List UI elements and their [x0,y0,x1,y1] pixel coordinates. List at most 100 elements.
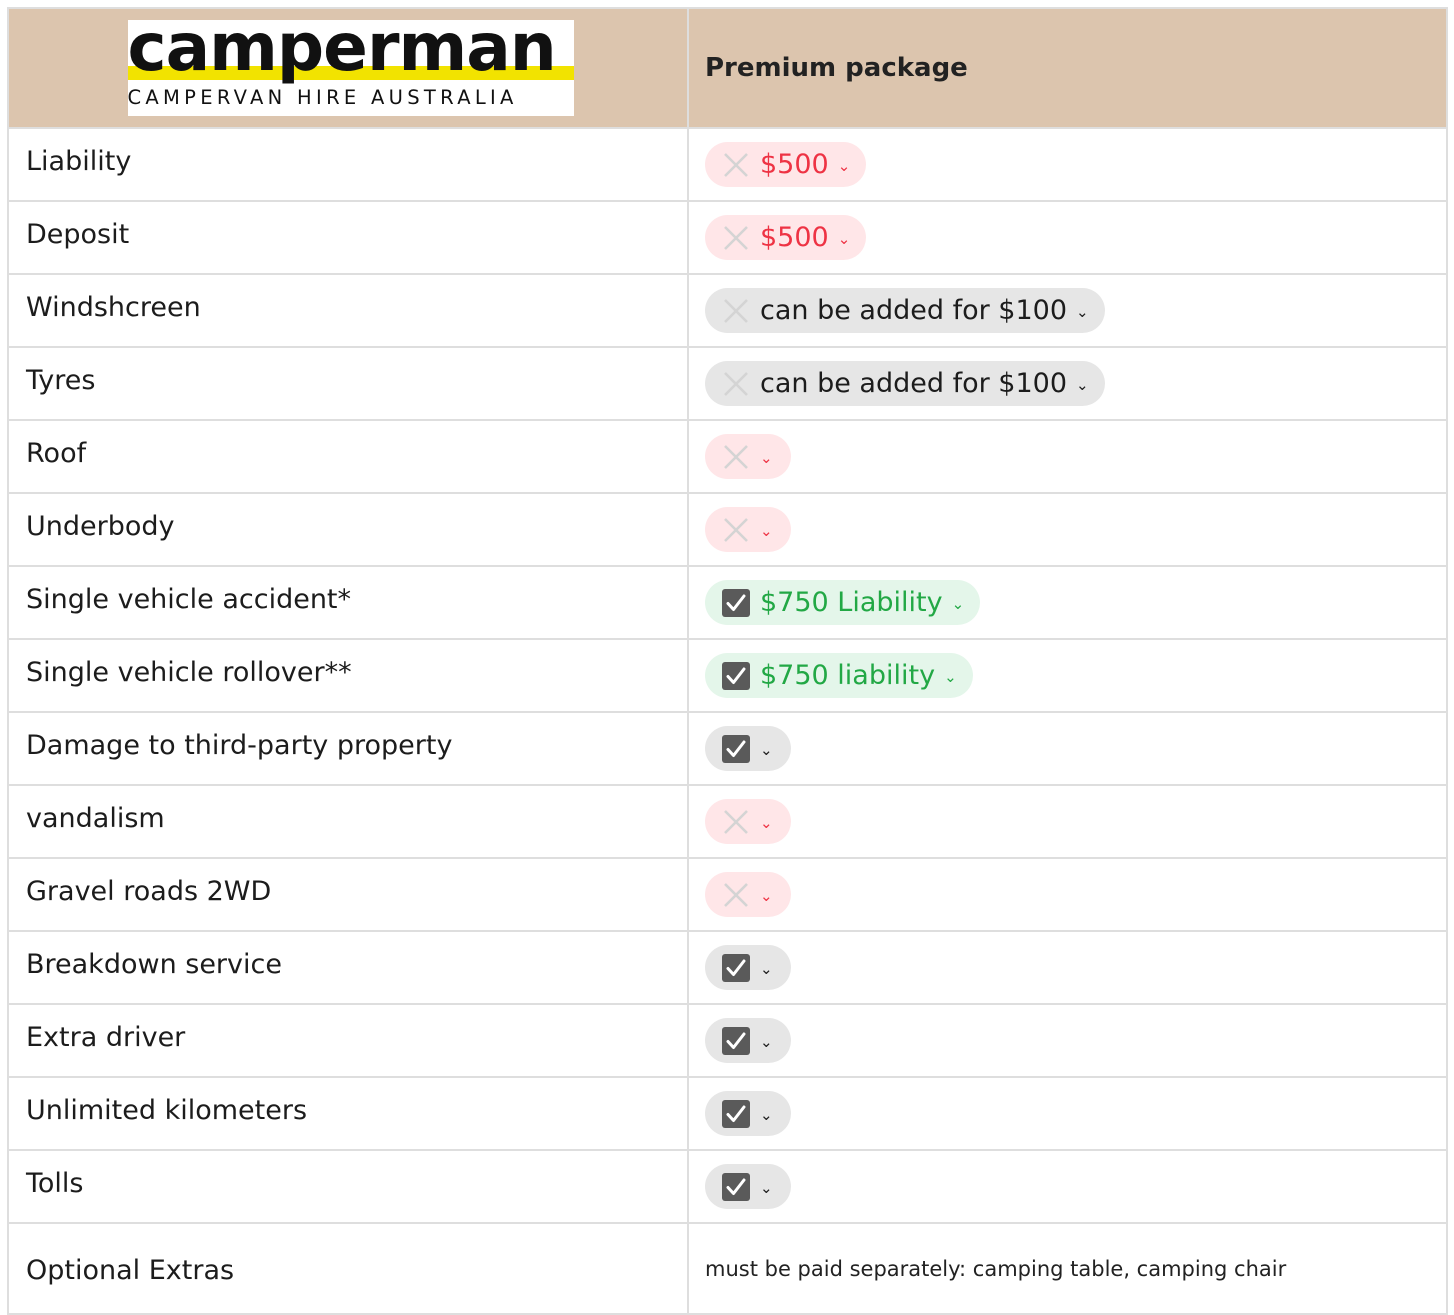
camperman-logo: camperman CAMPERVAN HIRE AUSTRALIA [127,9,574,116]
row-label: Single vehicle rollover** [7,640,689,711]
row-label: Gravel roads 2WD [7,859,689,930]
logo-wordmark: camperman [127,9,557,86]
table-row: Deposit $500 ⌄ [7,202,1448,275]
package-title: Premium package [689,9,1448,127]
status-dropdown[interactable]: can be added for $100 ⌄ [705,361,1105,406]
checkbox-checked-icon [721,1172,751,1202]
status-dropdown[interactable]: ⌄ [705,507,791,552]
status-dropdown[interactable]: $500 ⌄ [705,142,867,187]
status-dropdown[interactable]: ⌄ [705,434,791,479]
chevron-down-icon: ⌄ [1076,375,1089,394]
chevron-down-icon: ⌄ [1076,302,1089,321]
status-value: $500 [760,149,829,180]
status-value: $500 [760,222,829,253]
optional-extras-label: Optional Extras [7,1224,689,1313]
table-row: Underbody ⌄ [7,494,1448,567]
row-value-cell: ⌄ [689,1078,1448,1149]
row-label: Breakdown service [7,932,689,1003]
table-row: Single vehicle accident* $750 Liability ⌄ [7,567,1448,640]
chevron-down-icon: ⌄ [760,1032,773,1051]
status-dropdown[interactable]: ⌄ [705,1018,791,1063]
row-value-cell: ⌄ [689,421,1448,492]
x-icon [721,296,751,326]
status-dropdown[interactable]: ⌄ [705,1164,791,1209]
x-icon [721,223,751,253]
chevron-down-icon: ⌄ [837,229,851,248]
chevron-down-icon: ⌄ [760,521,773,540]
row-label: Deposit [7,202,689,273]
x-icon [721,150,751,180]
row-label: Windshcreen [7,275,689,346]
row-label: Roof [7,421,689,492]
chevron-down-icon: ⌄ [760,1105,773,1124]
status-value: can be added for $100 [760,295,1067,326]
table-header-row: camperman CAMPERVAN HIRE AUSTRALIA Premi… [7,7,1448,129]
chevron-down-icon: ⌄ [951,594,965,613]
x-icon [721,369,751,399]
row-label: Underbody [7,494,689,565]
row-value-cell: ⌄ [689,1151,1448,1222]
chevron-down-icon: ⌄ [760,448,773,467]
status-dropdown[interactable]: $500 ⌄ [705,215,867,260]
chevron-down-icon: ⌄ [760,959,773,978]
checkbox-checked-icon [721,1099,751,1129]
chevron-down-icon: ⌄ [944,667,957,686]
row-value-cell: $500 ⌄ [689,202,1448,273]
x-icon [721,442,751,472]
status-value: $750 Liability [760,587,943,618]
status-dropdown[interactable]: ⌄ [705,799,791,844]
row-value-cell: ⌄ [689,932,1448,1003]
row-label: Tyres [7,348,689,419]
chevron-down-icon: ⌄ [760,886,773,905]
table-row: Unlimited kilometers ⌄ [7,1078,1448,1151]
row-value-cell: ⌄ [689,859,1448,930]
row-value-cell: $500 ⌄ [689,129,1448,200]
table-row: Extra driver ⌄ [7,1005,1448,1078]
coverage-table: camperman CAMPERVAN HIRE AUSTRALIA Premi… [7,7,1448,1315]
status-value: $750 liability [760,660,936,691]
status-dropdown[interactable]: ⌄ [705,1091,791,1136]
status-dropdown[interactable]: $750 liability ⌄ [705,653,973,698]
row-value-cell: ⌄ [689,786,1448,857]
table-row: Tyres can be added for $100 ⌄ [7,348,1448,421]
optional-extras-value: must be paid separately: camping table, … [689,1224,1448,1313]
status-dropdown[interactable]: $750 Liability ⌄ [705,580,981,625]
logo-tagline: CAMPERVAN HIRE AUSTRALIA [127,86,518,109]
row-value-cell: can be added for $100 ⌄ [689,348,1448,419]
chevron-down-icon: ⌄ [760,1178,773,1197]
optional-extras-row: Optional Extras must be paid separately:… [7,1224,1448,1315]
table-row: Breakdown service ⌄ [7,932,1448,1005]
chevron-down-icon: ⌄ [760,813,773,832]
table-row: Liability $500 ⌄ [7,129,1448,202]
status-dropdown[interactable]: can be added for $100 ⌄ [705,288,1105,333]
row-value-cell: ⌄ [689,494,1448,565]
table-row: Windshcreen can be added for $100 ⌄ [7,275,1448,348]
chevron-down-icon: ⌄ [760,740,773,759]
row-label: Tolls [7,1151,689,1222]
status-dropdown[interactable]: ⌄ [705,945,791,990]
row-label: Extra driver [7,1005,689,1076]
row-value-cell: $750 Liability ⌄ [689,567,1448,638]
table-row: Damage to third-party property ⌄ [7,713,1448,786]
row-value-cell: ⌄ [689,713,1448,784]
row-value-cell: ⌄ [689,1005,1448,1076]
row-label: Liability [7,129,689,200]
x-icon [721,515,751,545]
coverage-rows: Liability $500 ⌄ Deposit $500 ⌄ Windshcreen can… [7,129,1448,1224]
row-label: Unlimited kilometers [7,1078,689,1149]
table-row: vandalism ⌄ [7,786,1448,859]
table-row: Single vehicle rollover** $750 liability ⌄ [7,640,1448,713]
table-row: Roof ⌄ [7,421,1448,494]
row-value-cell: can be added for $100 ⌄ [689,275,1448,346]
x-icon [721,880,751,910]
x-icon [721,807,751,837]
row-label: Single vehicle accident* [7,567,689,638]
checkbox-checked-icon [721,1026,751,1056]
row-value-cell: $750 liability ⌄ [689,640,1448,711]
row-label: vandalism [7,786,689,857]
row-label: Damage to third-party property [7,713,689,784]
status-value: can be added for $100 [760,368,1067,399]
status-dropdown[interactable]: ⌄ [705,872,791,917]
table-row: Tolls ⌄ [7,1151,1448,1224]
status-dropdown[interactable]: ⌄ [705,726,791,771]
